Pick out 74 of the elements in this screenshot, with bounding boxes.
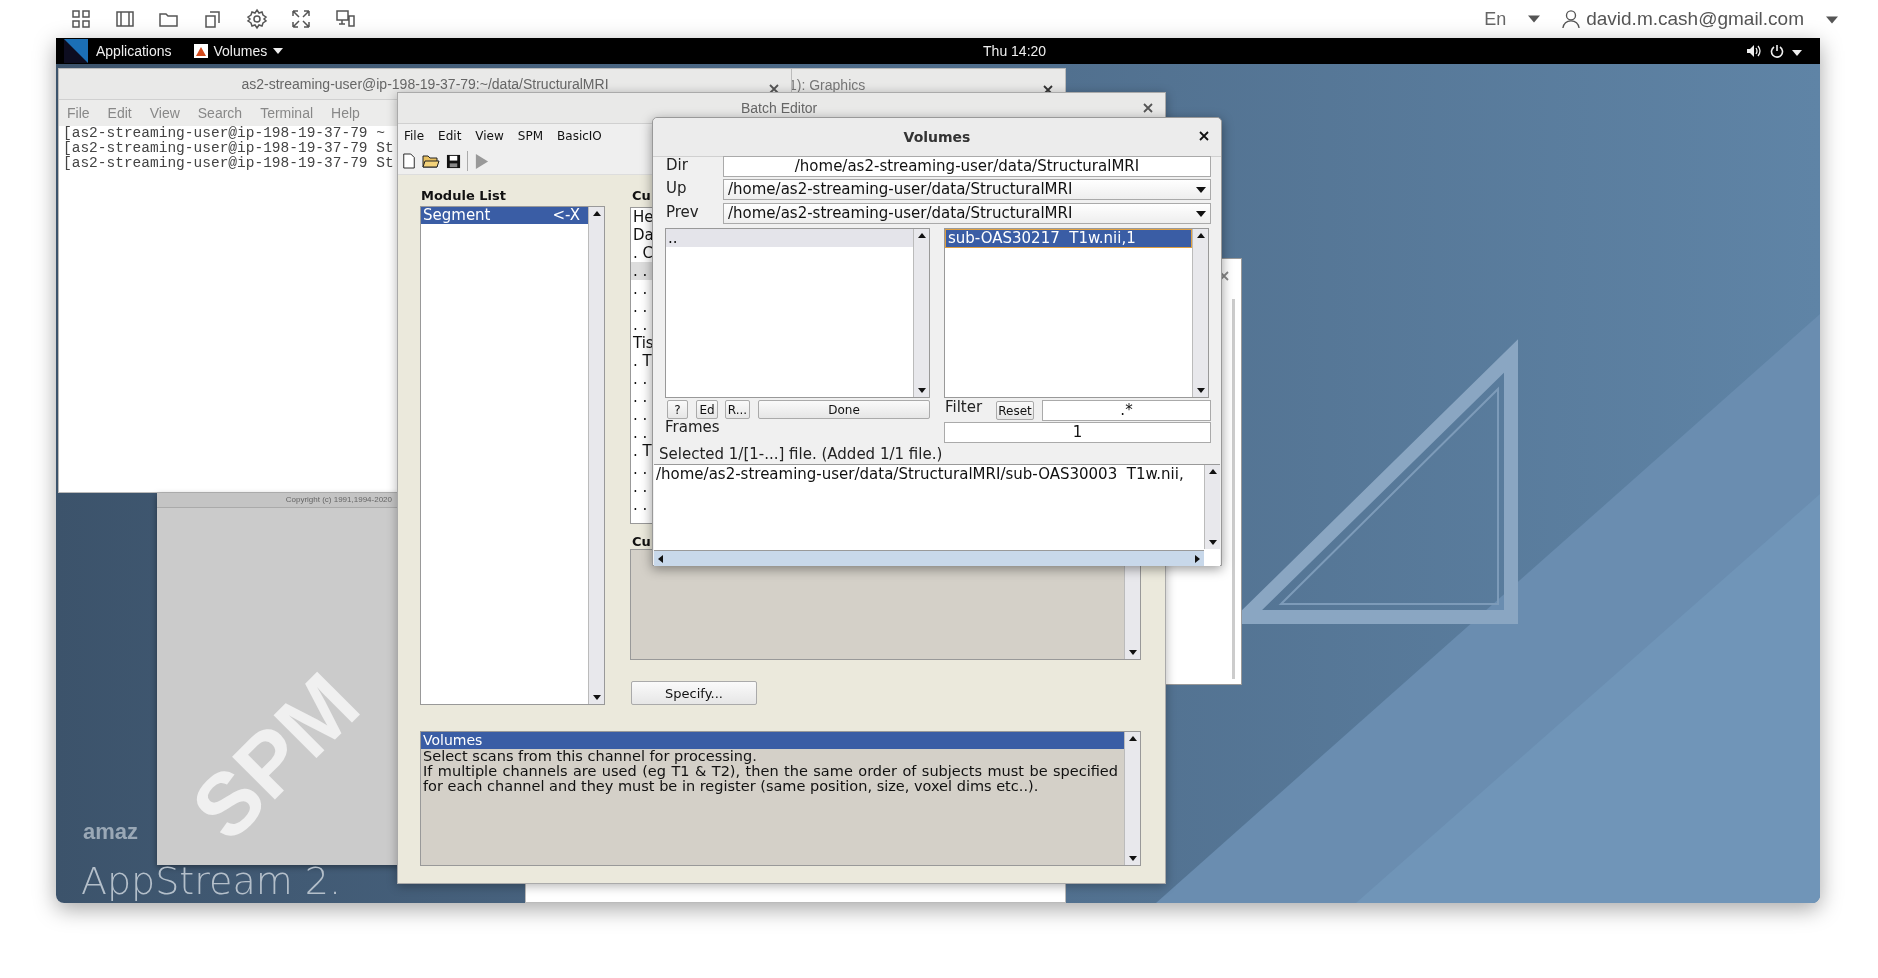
clock[interactable]: Thu 14:20 (983, 43, 1047, 59)
close-icon[interactable] (769, 84, 779, 94)
list-item[interactable]: sub-OAS30217 T1w.nii,1 (945, 229, 1192, 248)
app-icon (193, 44, 208, 58)
app-menu[interactable]: Volumes (213, 43, 268, 59)
dialog-button[interactable]: R... (725, 400, 750, 419)
chevron-icon (1826, 16, 1838, 24)
user-email[interactable]: david.m.cash@gmail.com (1586, 8, 1804, 30)
scrollbar[interactable] (913, 229, 929, 397)
terminal-line: [as2-streaming-user@ip-198-19-37-79 St (62, 141, 394, 156)
path-dropdown[interactable]: /home/as2-streaming-user/data/StructuralMRI (723, 179, 1211, 200)
section-label: Module List (421, 188, 506, 203)
logo-icon[interactable] (64, 39, 88, 63)
close-icon[interactable] (1199, 131, 1209, 141)
keyboard-label[interactable]: En (1484, 8, 1507, 30)
applications-menu[interactable]: Applications (96, 43, 172, 59)
menu-item[interactable]: Edit (438, 129, 462, 143)
section-label: Cu (632, 534, 651, 549)
user-icon (1562, 9, 1581, 29)
list-item[interactable]: .. (666, 229, 913, 247)
fullscreen-icon[interactable] (290, 8, 312, 30)
caret-icon (1196, 210, 1206, 217)
caret-icon (273, 48, 284, 54)
brand-text: amaz (83, 819, 139, 845)
copyright-text: Copyright (c) 1991,1994-2020 (285, 495, 392, 504)
frames-field[interactable]: 1 (944, 422, 1211, 443)
list-item[interactable]: /home/as2-streaming-user/data/StructuralMRI/sub-OAS30003 T1w.nii, (654, 465, 1204, 483)
field-label: Prev (666, 203, 699, 221)
status-text: Selected 1/[1-...] file. (Added 1/1 file.) (659, 445, 943, 463)
dialog-button[interactable]: ? (667, 400, 688, 419)
list-item[interactable]: Segment <-X (421, 207, 588, 224)
settings-icon[interactable] (246, 8, 268, 30)
menu-item[interactable]: File (404, 129, 425, 143)
grid-icon[interactable] (70, 8, 92, 30)
save-icon[interactable] (446, 153, 461, 169)
monitor-icon[interactable] (334, 8, 356, 30)
path-dropdown[interactable]: /home/as2-streaming-user/data/StructuralMRI (723, 203, 1211, 224)
panels-icon[interactable] (114, 8, 136, 30)
terminal-line: [as2-streaming-user@ip-198-19-37-79 St (62, 156, 394, 171)
field-label: Dir (666, 156, 688, 174)
scrollbar[interactable] (1124, 732, 1140, 865)
close-icon[interactable] (1143, 103, 1153, 113)
field-label: Filter (945, 398, 983, 416)
help-heading: Volumes (421, 732, 1124, 749)
caret-icon (1196, 186, 1206, 193)
chevron-icon (1528, 15, 1541, 23)
folder-icon[interactable] (422, 153, 440, 169)
section-label: Cu (632, 188, 651, 203)
path-field[interactable]: /home/as2-streaming-user/data/StructuralMRI (723, 156, 1211, 177)
help-text: Select scans from this channel for processing. (422, 749, 758, 764)
caret-icon (1792, 50, 1802, 56)
specify-button[interactable]: Specify... (631, 681, 757, 705)
new-file-icon[interactable] (402, 153, 416, 169)
horizontal-scrollbar[interactable] (654, 550, 1204, 566)
volume-icon[interactable] (1746, 44, 1762, 58)
scrollbar[interactable] (1192, 229, 1208, 397)
window-title: Batch Editor (741, 100, 818, 116)
field-label: Frames (665, 418, 720, 436)
power-icon[interactable] (1770, 44, 1784, 58)
dialog-button[interactable]: Ed (696, 400, 718, 419)
brand-title: AppStream 2. (81, 861, 342, 901)
menu-item[interactable]: BasicIO (557, 129, 602, 143)
field-label: Up (666, 179, 687, 197)
window-title: as2-streaming-user@ip-198-19-37-79:~/data/StructuralMRI (241, 76, 609, 92)
reset-button[interactable]: Reset (996, 401, 1034, 420)
dialog-button[interactable]: Done (758, 400, 930, 419)
menu-item[interactable]: View (475, 129, 504, 143)
dialog-title: Volumes (903, 129, 971, 145)
help-text: If multiple channels are used (eg T1 & T2), then the same order of subjects must be specified for each channel and they must be in register (same position, size, voxel dims etc..). (422, 764, 1119, 794)
scrollbar[interactable] (1204, 465, 1220, 549)
menu-item[interactable]: SPM (517, 129, 544, 143)
terminal-line: [as2-streaming-user@ip-198-19-37-79 ~ (62, 126, 385, 141)
filter-field[interactable]: .* (1042, 400, 1211, 421)
scrollbar[interactable] (588, 207, 604, 704)
